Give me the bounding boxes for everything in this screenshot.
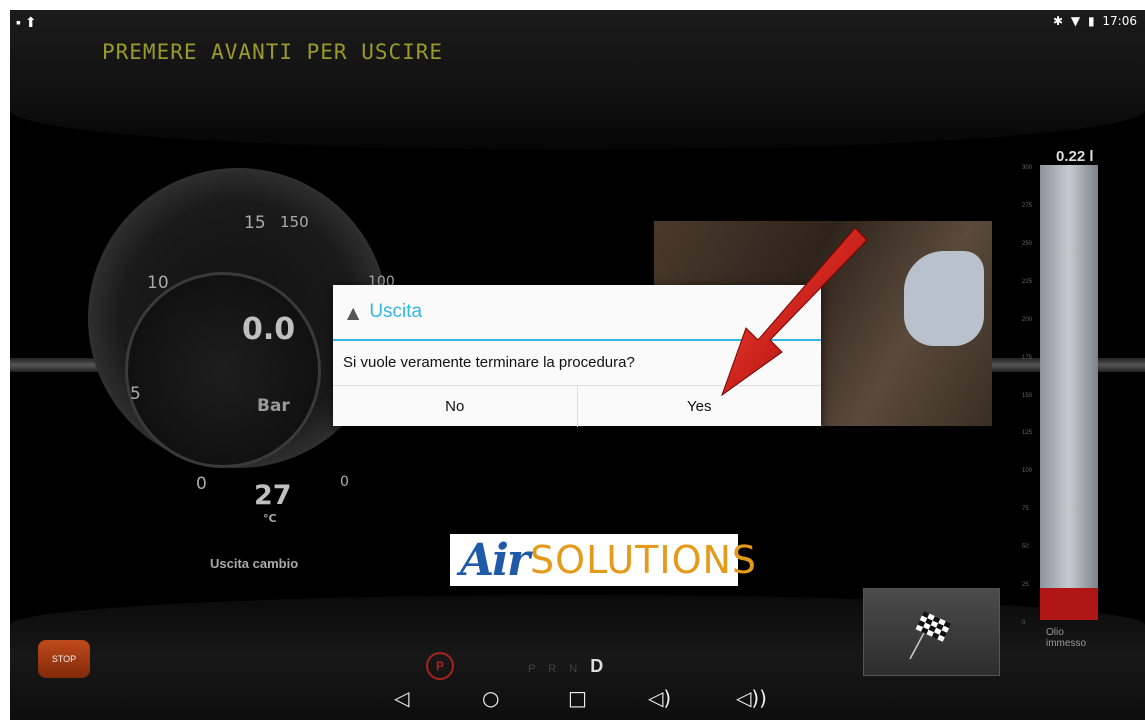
back-icon[interactable]: ◁ bbox=[394, 686, 409, 710]
battery-icon: ▮ bbox=[1087, 14, 1095, 28]
pressure-value: 0.0 bbox=[242, 312, 296, 347]
oil-scale-tick: 75 bbox=[1022, 506, 1029, 513]
recents-icon[interactable]: □ bbox=[568, 686, 587, 710]
oil-label-line1: Olio bbox=[1046, 627, 1064, 638]
oil-scale-tick: 275 bbox=[1022, 202, 1033, 209]
volume-down-icon[interactable]: ◁) bbox=[648, 686, 671, 710]
upload-icon: ⬆ bbox=[24, 14, 37, 30]
stop-logo: STOP bbox=[38, 640, 90, 678]
exit-dialog: ▲ Uscita Si vuole veramente terminare la… bbox=[333, 285, 821, 427]
navigation-bar: ◁ ○ □ ◁) ◁)) bbox=[390, 686, 780, 716]
image-icon: ▪ bbox=[16, 14, 21, 30]
pressure-unit: Bar bbox=[257, 396, 290, 416]
oil-scale-tick: 125 bbox=[1022, 430, 1033, 437]
gauge-scale-0-left: 0 bbox=[196, 474, 207, 494]
gauge-label: Uscita cambio bbox=[210, 556, 299, 571]
exit-hint: PREMERE AVANTI PER USCIRE bbox=[102, 40, 444, 64]
clock: 17:06 bbox=[1102, 14, 1137, 28]
dialog-title: Uscita bbox=[369, 301, 423, 322]
dialog-message: Si vuole veramente terminare la procedur… bbox=[343, 354, 635, 371]
oil-scale-tick: 0 bbox=[1022, 620, 1026, 626]
oil-scale-tick: 100 bbox=[1022, 468, 1033, 475]
oil-scale-tick: 200 bbox=[1022, 316, 1033, 323]
oil-scale-tick: 250 bbox=[1022, 240, 1033, 247]
gloved-hand-image bbox=[904, 251, 984, 346]
oil-level-bar bbox=[1040, 165, 1098, 620]
yes-button[interactable]: Yes bbox=[578, 386, 822, 427]
oil-scale-tick: 175 bbox=[1022, 354, 1033, 361]
oil-scale-tick: 150 bbox=[1022, 392, 1033, 399]
logo-solutions: SOLUTIONS bbox=[530, 538, 758, 582]
gear-letters: P R N bbox=[528, 663, 583, 675]
dialog-header: ▲ Uscita bbox=[333, 285, 821, 341]
gear-active: D bbox=[590, 656, 609, 676]
oil-level-fill bbox=[1040, 588, 1098, 620]
finish-flag-button[interactable] bbox=[863, 588, 1000, 676]
gauge-center bbox=[125, 272, 321, 468]
gauge-scale-10: 10 bbox=[147, 273, 169, 293]
oil-scale-tick: 300 bbox=[1022, 165, 1033, 171]
warning-icon: ▲ bbox=[347, 302, 360, 322]
no-button[interactable]: No bbox=[333, 386, 578, 427]
parking-brake-icon: P bbox=[426, 652, 454, 680]
screen: ▪ ⬆ ✱ ▼ ▮ 17:06 PREMERE AVANTI PER USCIR… bbox=[10, 10, 1145, 720]
dialog-buttons: No Yes bbox=[333, 385, 821, 427]
oil-level-label: Olio immesso bbox=[1046, 627, 1086, 649]
oil-level-value: 0.22 l bbox=[1056, 148, 1094, 165]
airsolutions-logo: Air SOLUTIONS bbox=[450, 534, 756, 586]
gauge-scale-150: 150 bbox=[280, 213, 309, 231]
volume-up-icon[interactable]: ◁)) bbox=[736, 686, 767, 710]
oil-label-line2: immesso bbox=[1046, 638, 1087, 649]
logo-air: Air bbox=[460, 534, 530, 586]
home-icon[interactable]: ○ bbox=[482, 686, 499, 710]
gauge-scale-0-right: 0 bbox=[340, 474, 349, 490]
status-bar: ▪ ⬆ ✱ ▼ ▮ 17:06 bbox=[10, 10, 1145, 34]
temperature-unit: °C bbox=[263, 512, 277, 525]
oil-scale-tick: 225 bbox=[1022, 278, 1033, 285]
gauge-scale-15: 15 bbox=[244, 213, 266, 233]
bluetooth-icon: ✱ bbox=[1053, 14, 1064, 28]
status-left-icons: ▪ ⬆ bbox=[16, 14, 37, 31]
wifi-icon: ▼ bbox=[1070, 14, 1081, 28]
status-right: ✱ ▼ ▮ 17:06 bbox=[1049, 14, 1137, 28]
gear-indicator: P R N D bbox=[528, 656, 608, 677]
oil-scale-tick: 25 bbox=[1022, 582, 1029, 589]
gauge-scale-5: 5 bbox=[130, 384, 141, 404]
temperature-value: 27 bbox=[254, 480, 292, 511]
checkered-flag-icon bbox=[909, 611, 952, 660]
oil-scale-tick: 50 bbox=[1022, 544, 1029, 551]
